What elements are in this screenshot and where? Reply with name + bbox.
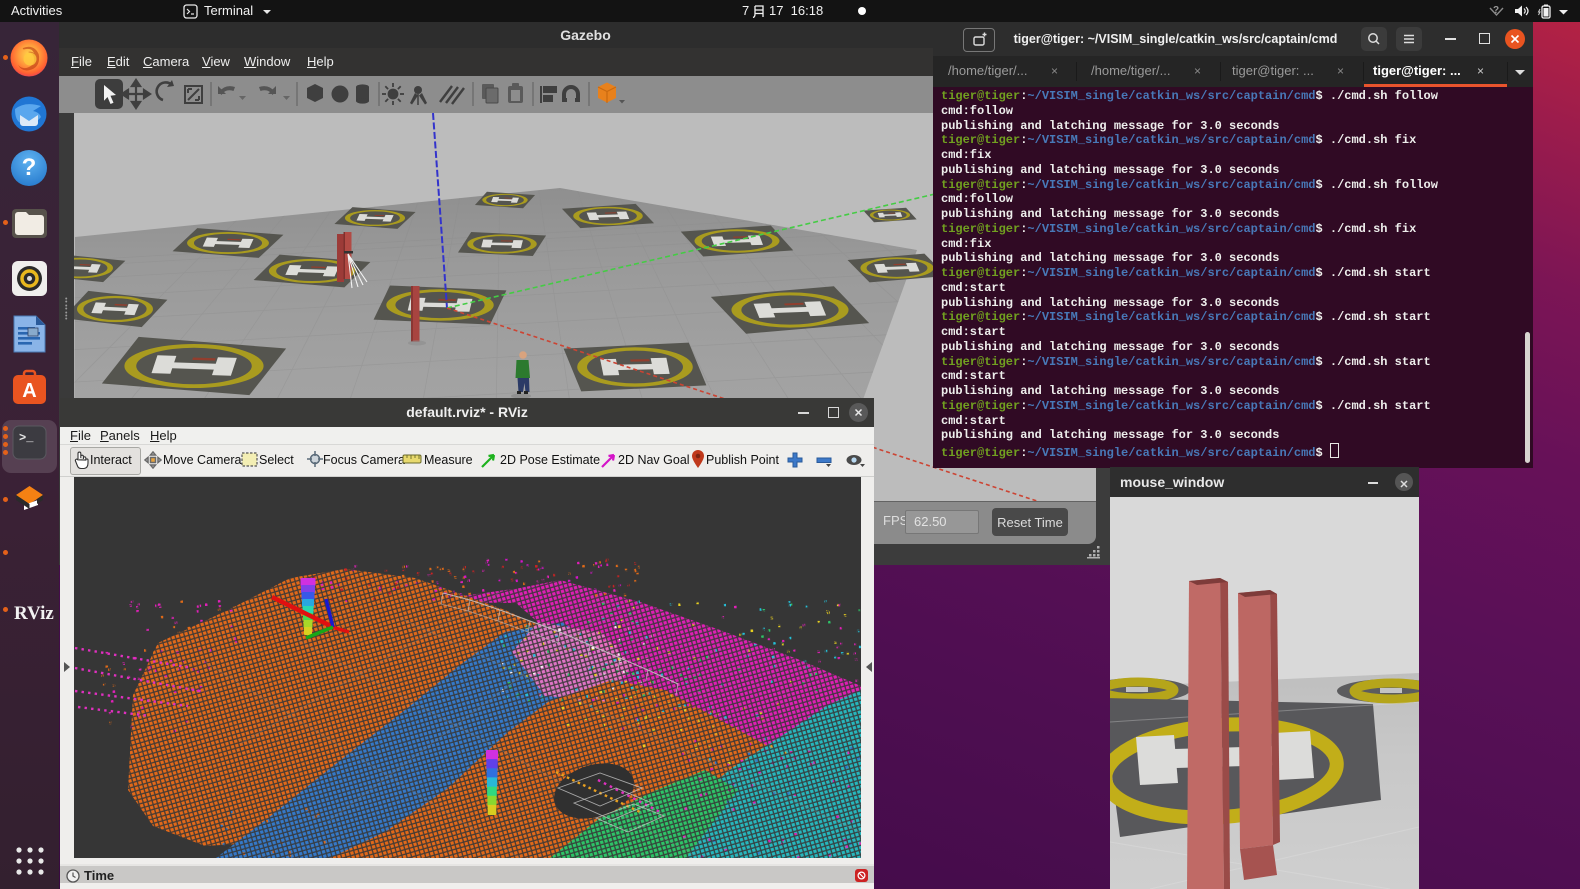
svg-text:>_: >_ — [19, 431, 34, 445]
svg-text:RViz: RViz — [14, 603, 54, 624]
svg-text:A: A — [22, 380, 36, 402]
svg-text:?: ? — [1493, 5, 1499, 16]
